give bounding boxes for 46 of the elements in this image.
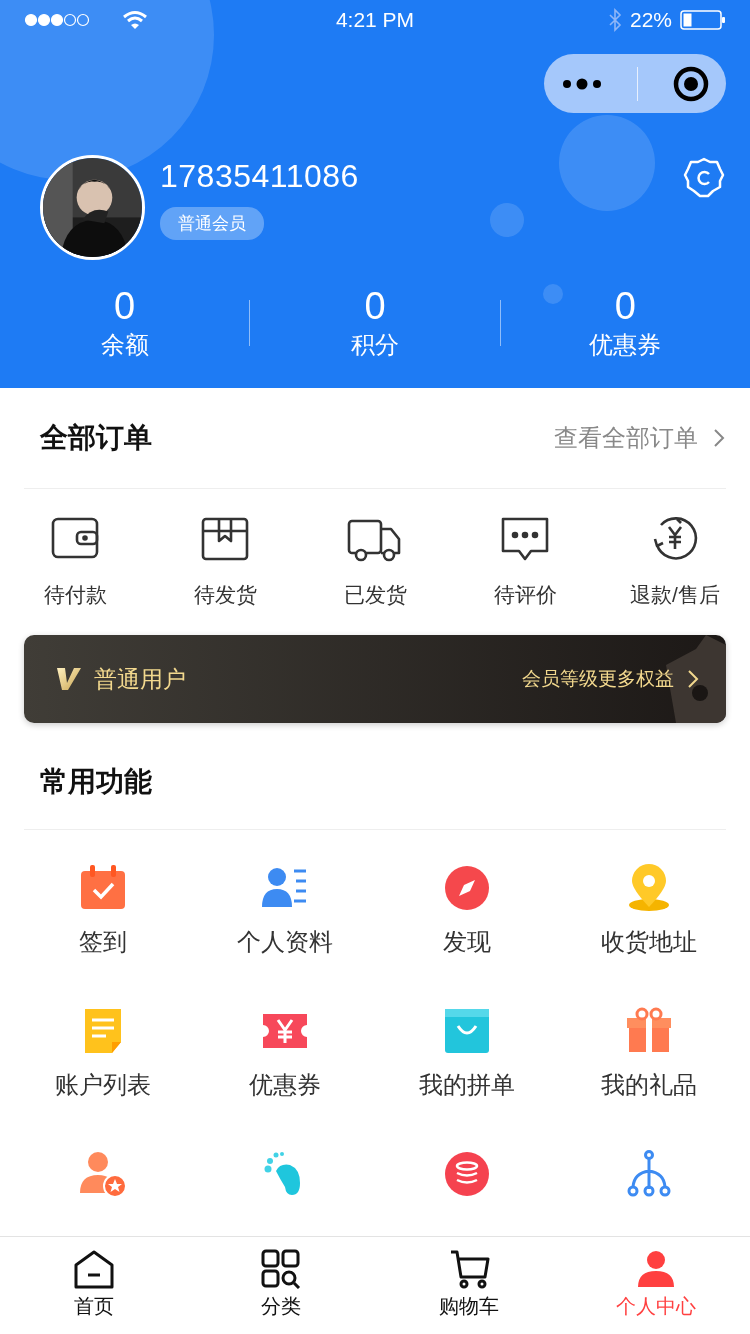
feature-button[interactable]: 收货地址 xyxy=(558,863,740,958)
stat-value: 0 xyxy=(614,284,636,328)
section-title: 全部订单 xyxy=(40,421,152,455)
feature-button[interactable]: 个人资料 xyxy=(194,863,376,958)
wifi-icon xyxy=(122,10,148,30)
membership-banner[interactable]: 普通用户 会员等级更多权益 xyxy=(24,635,726,723)
stat-label: 积分 xyxy=(351,330,399,360)
member-benefits-link[interactable]: 会员等级更多权益 xyxy=(522,666,674,692)
feature-button[interactable]: 账户列表 xyxy=(12,1006,194,1101)
order-status-button[interactable]: 待评价 xyxy=(450,515,600,609)
stat-value: 0 xyxy=(114,284,136,328)
user-star-icon xyxy=(78,1149,128,1199)
chevron-icon xyxy=(686,668,700,690)
compass-icon xyxy=(442,863,492,913)
vip-icon xyxy=(56,667,82,691)
section-title: 常用功能 xyxy=(40,765,152,799)
chevron-icon xyxy=(712,427,726,449)
phone-number: 17835411086 xyxy=(160,157,359,195)
stat-label: 余额 xyxy=(100,330,149,360)
decor-circle xyxy=(543,284,563,304)
status-time: 4:21 PM xyxy=(335,8,415,32)
order-status-button[interactable]: 退款/售后 xyxy=(600,515,750,609)
stat-value: 0 xyxy=(364,284,386,328)
tab-bar-item[interactable]: 首页 xyxy=(0,1237,188,1334)
bag-icon xyxy=(442,1006,492,1056)
order-status-button[interactable]: 待付款 xyxy=(0,515,150,609)
order-status-button[interactable]: 待发货 xyxy=(150,515,300,609)
stat-label: 优惠券 xyxy=(589,330,662,360)
decor-circle xyxy=(490,203,524,237)
member-level: 普通用户 xyxy=(94,664,186,694)
bluetooth-icon xyxy=(607,8,622,32)
feature-button[interactable]: 优惠券 xyxy=(194,1006,376,1101)
member-badge: 普通会员 xyxy=(160,206,264,240)
tab-bar-item[interactable]: 购物车 xyxy=(375,1237,563,1334)
coin-stack-icon xyxy=(442,1149,492,1199)
order-status-button[interactable]: 已发货 xyxy=(300,515,450,609)
tab-bar-item[interactable]: 分类 xyxy=(187,1237,375,1334)
feature-button[interactable]: 签到 xyxy=(12,863,194,958)
tab-bar-item[interactable]: 个人中心 xyxy=(562,1237,750,1334)
settings-icon[interactable] xyxy=(682,155,726,200)
feature-button[interactable]: 我的礼品 xyxy=(558,1006,740,1101)
view-all-orders-link[interactable]: 查看全部订单 xyxy=(554,422,726,454)
feature-button[interactable]: 我的拼单 xyxy=(376,1006,558,1101)
battery-icon xyxy=(680,10,726,30)
feature-button[interactable]: 发现 xyxy=(376,863,558,958)
battery-percent: 22% xyxy=(629,8,672,32)
